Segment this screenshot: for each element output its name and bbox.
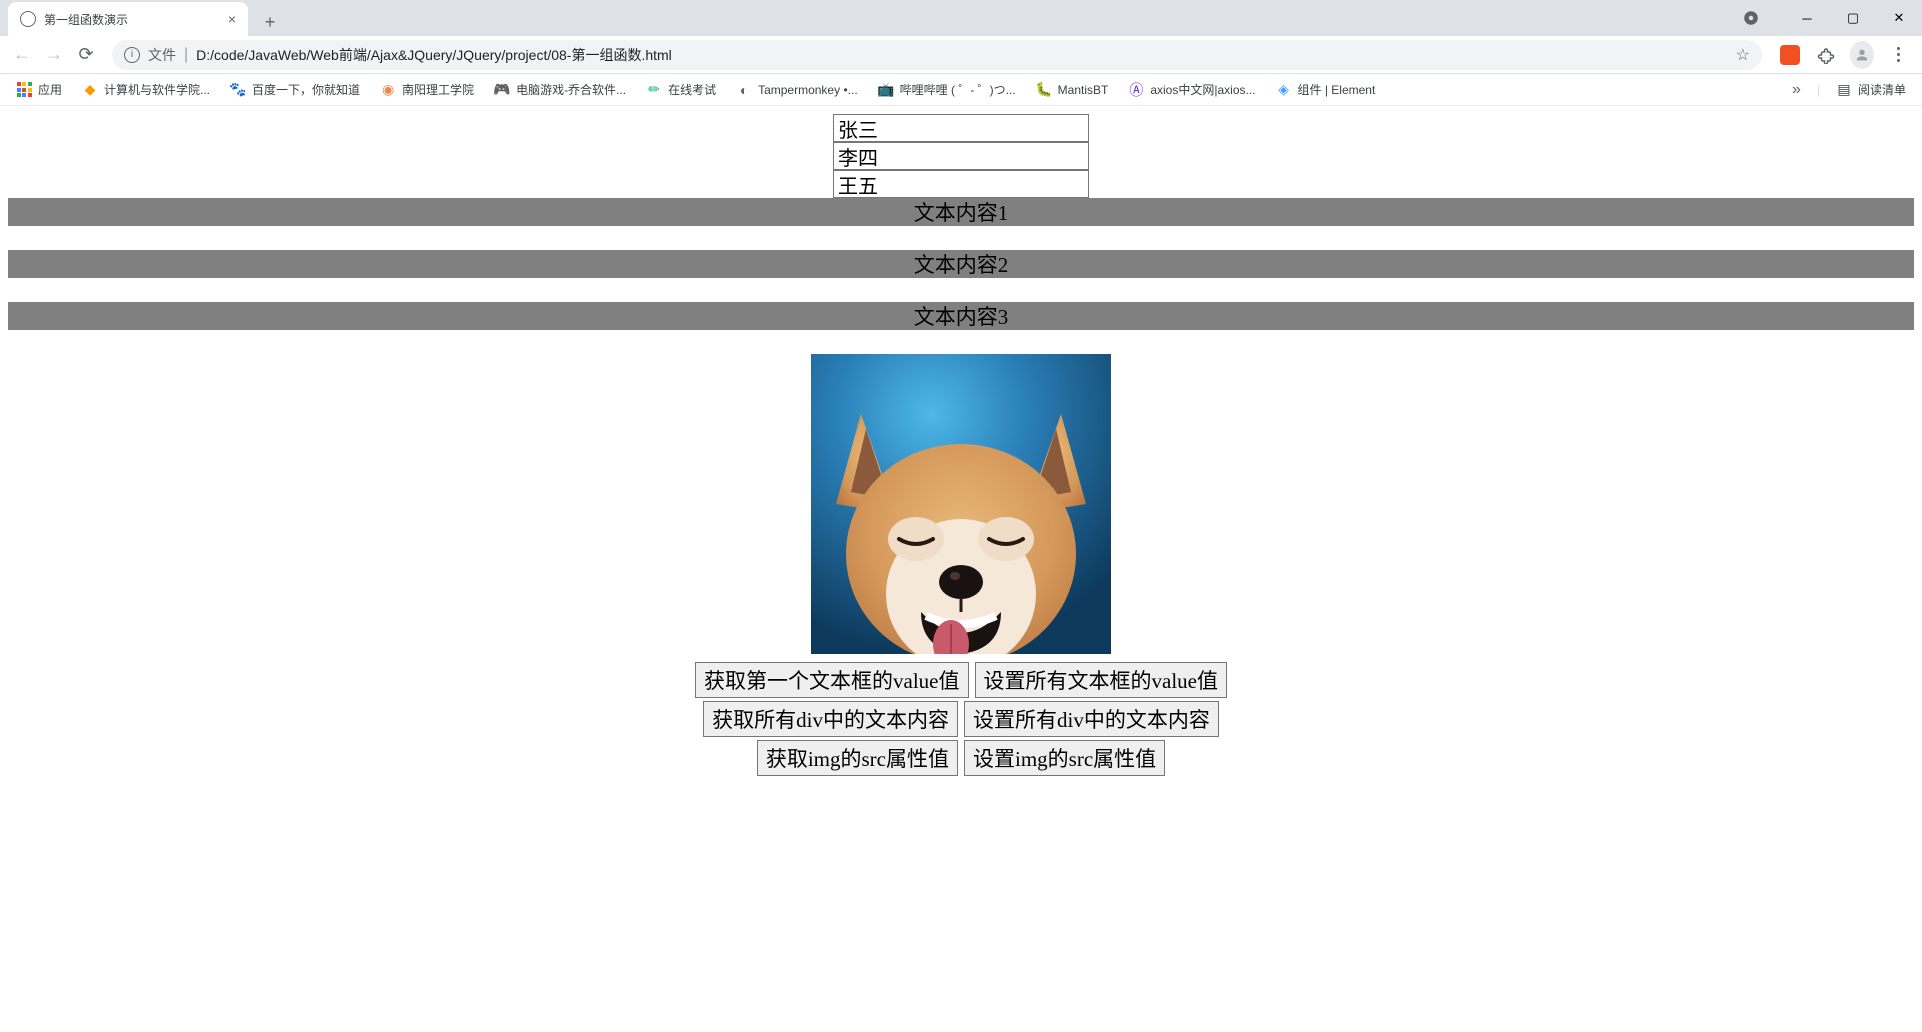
info-icon[interactable]: i: [124, 47, 140, 63]
bookmark-label: 哔哩哔哩 ( ゜- ゜)つ...: [900, 81, 1016, 98]
browser-chrome: 第一组函数演示 × + ─ ▢ ✕ ← → ⟳ i 文件 | D:/code/J…: [0, 0, 1922, 106]
close-window-button[interactable]: ✕: [1876, 0, 1922, 36]
globe-icon: [20, 11, 36, 27]
bookmark-label: 南阳理工学院: [402, 81, 474, 98]
bookmark-favicon-icon: 🎮: [494, 82, 510, 98]
reload-button[interactable]: ⟳: [72, 41, 100, 69]
profile-avatar[interactable]: [1850, 43, 1874, 67]
extensions-icon[interactable]: [1814, 43, 1838, 67]
bookmark-favicon-icon: 🐾: [230, 82, 246, 98]
bookmark-star-icon[interactable]: ☆: [1736, 45, 1750, 65]
page-content: 文本内容1 文本内容2 文本内容3: [0, 106, 1922, 784]
button-row-3: 获取img的src属性值 设置img的src属性值: [757, 740, 1165, 776]
demo-image: [811, 354, 1111, 654]
maximize-button[interactable]: ▢: [1830, 0, 1876, 36]
bookmark-label: 组件 | Element: [1298, 81, 1376, 98]
close-tab-icon[interactable]: ×: [228, 11, 236, 27]
bookmarks-overflow-icon[interactable]: »: [1784, 81, 1809, 99]
bookmark-favicon-icon: ◈: [1276, 82, 1292, 98]
address-bar[interactable]: i 文件 | D:/code/JavaWeb/Web前端/Ajax&JQuery…: [112, 40, 1762, 70]
get-div-text-button[interactable]: 获取所有div中的文本内容: [703, 701, 958, 737]
bookmark-label: 应用: [38, 81, 62, 98]
bookmark-item[interactable]: ◈ 组件 | Element: [1268, 77, 1384, 102]
bookmark-item[interactable]: 🐾 百度一下，你就知道: [222, 77, 368, 102]
bookmark-label: Tampermonkey •...: [758, 83, 858, 97]
bookmark-label: axios中文网|axios...: [1150, 81, 1255, 98]
address-separator: |: [184, 46, 188, 64]
bookmark-favicon-icon: 🐛: [1036, 82, 1052, 98]
bookmark-favicon-icon: ◆: [82, 82, 98, 98]
button-row-1: 获取第一个文本框的value值 设置所有文本框的value值: [695, 662, 1227, 698]
tab-strip: 第一组函数演示 × + ─ ▢ ✕: [0, 0, 1922, 36]
bookmark-item[interactable]: 🐛 MantisBT: [1028, 78, 1117, 102]
bookmark-item[interactable]: ✏ 在线考试: [638, 77, 724, 102]
text-input-1[interactable]: [833, 114, 1089, 142]
bookmark-apps[interactable]: 应用: [8, 77, 70, 102]
bookmark-favicon-icon: ◐: [736, 82, 752, 98]
button-row-2: 获取所有div中的文本内容 设置所有div中的文本内容: [703, 701, 1219, 737]
bookmark-label: 在线考试: [668, 81, 716, 98]
get-img-src-button[interactable]: 获取img的src属性值: [757, 740, 958, 776]
bookmark-label: MantisBT: [1058, 83, 1109, 97]
content-div-1: 文本内容1: [8, 198, 1914, 226]
bookmark-label: 电脑游戏-乔合软件...: [516, 81, 626, 98]
tab-title: 第一组函数演示: [44, 11, 220, 28]
bookmark-favicon-icon: ◉: [380, 82, 396, 98]
content-div-3: 文本内容3: [8, 302, 1914, 330]
buttons-container: 获取第一个文本框的value值 设置所有文本框的value值 获取所有div中的…: [8, 662, 1914, 776]
reading-list-label: 阅读清单: [1858, 81, 1906, 98]
text-input-3[interactable]: [833, 170, 1089, 198]
reading-list-icon: ▤: [1836, 82, 1852, 98]
bookmark-item[interactable]: 🎮 电脑游戏-乔合软件...: [486, 77, 634, 102]
bookmark-item[interactable]: 📺 哔哩哔哩 ( ゜- ゜)つ...: [870, 77, 1024, 102]
forward-button[interactable]: →: [40, 41, 68, 69]
account-icon[interactable]: [1728, 0, 1774, 36]
bookmarks-bar: 应用 ◆ 计算机与软件学院... 🐾 百度一下，你就知道 ◉ 南阳理工学院 🎮 …: [0, 74, 1922, 106]
bookmark-item[interactable]: ◉ 南阳理工学院: [372, 77, 482, 102]
extension-tampermonkey-icon[interactable]: [1778, 43, 1802, 67]
bookmark-label: 百度一下，你就知道: [252, 81, 360, 98]
bookmark-item[interactable]: ◆ 计算机与软件学院...: [74, 77, 218, 102]
separator: |: [1817, 83, 1820, 97]
get-first-value-button[interactable]: 获取第一个文本框的value值: [695, 662, 968, 698]
address-protocol: 文件: [148, 45, 176, 65]
window-controls: ─ ▢ ✕: [1728, 0, 1922, 36]
bookmark-item[interactable]: ◐ Tampermonkey •...: [728, 78, 866, 102]
content-div-2: 文本内容2: [8, 250, 1914, 278]
bookmark-favicon-icon: 📺: [878, 82, 894, 98]
reading-list-button[interactable]: ▤ 阅读清单: [1828, 77, 1914, 102]
back-button[interactable]: ←: [8, 41, 36, 69]
text-input-2[interactable]: [833, 142, 1089, 170]
bookmark-label: 计算机与软件学院...: [104, 81, 210, 98]
set-all-value-button[interactable]: 设置所有文本框的value值: [975, 662, 1227, 698]
chrome-menu-button[interactable]: [1886, 43, 1910, 67]
bookmark-item[interactable]: Ⓐ axios中文网|axios...: [1120, 77, 1263, 102]
address-path: D:/code/JavaWeb/Web前端/Ajax&JQuery/JQuery…: [196, 45, 672, 65]
browser-tab[interactable]: 第一组函数演示 ×: [8, 2, 248, 36]
set-div-text-button[interactable]: 设置所有div中的文本内容: [964, 701, 1219, 737]
bookmark-favicon-icon: Ⓐ: [1128, 82, 1144, 98]
minimize-button[interactable]: ─: [1784, 0, 1830, 36]
browser-toolbar: ← → ⟳ i 文件 | D:/code/JavaWeb/Web前端/Ajax&…: [0, 36, 1922, 74]
bookmark-favicon-icon: ✏: [646, 82, 662, 98]
image-container: [8, 354, 1914, 654]
set-img-src-button[interactable]: 设置img的src属性值: [964, 740, 1165, 776]
new-tab-button[interactable]: +: [256, 8, 284, 36]
inputs-container: [8, 114, 1914, 198]
